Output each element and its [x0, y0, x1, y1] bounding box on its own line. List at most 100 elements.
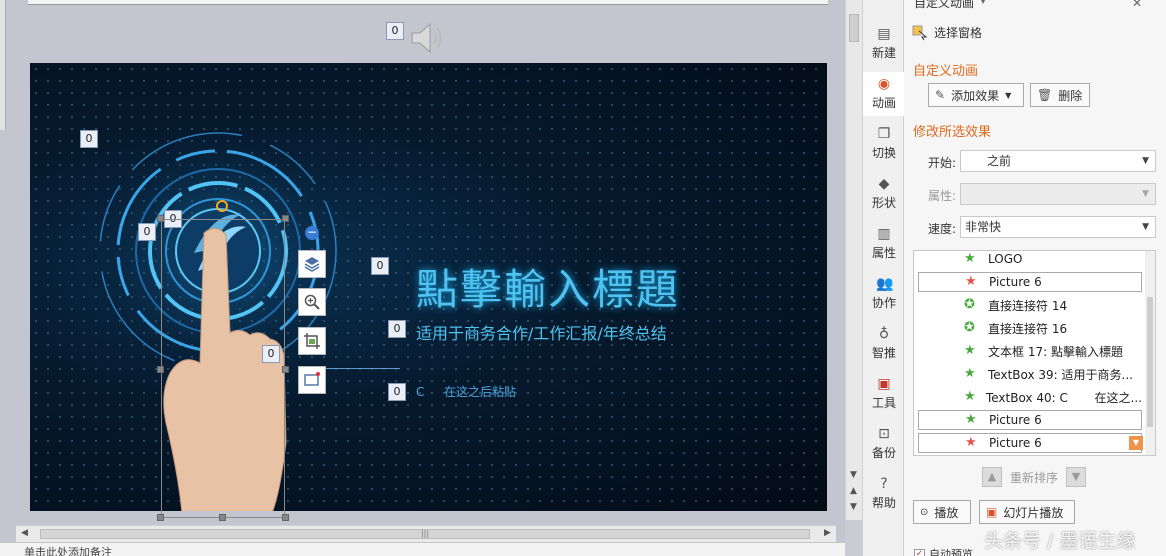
- sidebar-item-label: 新建: [871, 46, 896, 60]
- paste-text: 在这之后粘贴: [444, 385, 517, 399]
- picture-frame-button[interactable]: [298, 366, 326, 394]
- list-item[interactable]: ★ TextBox 39: 适用于商务...: [918, 364, 1142, 384]
- list-item[interactable]: ★ TextBox 40: C 在这之...: [918, 387, 1142, 407]
- connector-line[interactable]: [320, 368, 400, 369]
- sidebar-item-label: 动画: [871, 96, 896, 110]
- resize-handle[interactable]: [157, 514, 164, 521]
- sidebar-item-shape[interactable]: ◆ 形状: [863, 172, 905, 216]
- animation-order-tag: 0: [138, 223, 156, 241]
- chevron-down-icon[interactable]: ▼: [1129, 436, 1143, 450]
- chevron-down-icon: ▼: [1142, 189, 1149, 199]
- resize-handle[interactable]: [219, 514, 226, 521]
- animation-item-label: TextBox 39: 适用于商务...: [988, 367, 1133, 382]
- sidebar-item-label: 协作: [871, 296, 896, 310]
- sidebar-item-tools[interactable]: ▣ 工具: [863, 372, 905, 416]
- prev-slide-icon[interactable]: ▲: [850, 486, 857, 496]
- sidebar-item-properties[interactable]: ▥ 属性: [863, 222, 905, 266]
- resize-handle[interactable]: [157, 366, 164, 373]
- animation-order-tag: 0: [386, 22, 404, 40]
- speaker-icon[interactable]: [408, 18, 448, 58]
- close-icon[interactable]: ✕: [1132, 0, 1142, 10]
- speed-value: 非常快: [965, 220, 1002, 234]
- chevron-down-icon[interactable]: ▼: [980, 0, 986, 5]
- notes-pane[interactable]: 单击此处添加备注: [0, 542, 845, 556]
- play-button[interactable]: ⊙ 播放: [913, 500, 971, 524]
- animation-item-label: 直接连接符 16: [988, 321, 1068, 336]
- animation-order-tag: 0: [80, 130, 98, 148]
- move-down-icon[interactable]: ▼: [1066, 467, 1087, 487]
- resize-handle[interactable]: [282, 514, 289, 521]
- list-item[interactable]: ★ Picture 6: [918, 272, 1142, 292]
- chevron-down-icon: ▼: [1142, 222, 1149, 232]
- vertical-scrollbar[interactable]: ▼ ▲ ▼: [845, 0, 862, 520]
- list-item[interactable]: ✪ 直接连接符 16: [918, 318, 1142, 338]
- scroll-down-icon[interactable]: ▼: [850, 470, 857, 480]
- scrollbar-thumb[interactable]: [1147, 297, 1153, 427]
- scrollbar-thumb[interactable]: [849, 14, 859, 42]
- move-up-icon[interactable]: ▲: [982, 467, 1002, 487]
- list-item[interactable]: ★ 文本框 17: 點擊輸入標題: [918, 341, 1142, 361]
- sidebar-item-transition[interactable]: ❐ 切换: [863, 122, 905, 166]
- entrance-star-icon: ★: [964, 251, 976, 266]
- list-item[interactable]: ★ Picture 6 ▼: [918, 433, 1143, 453]
- reorder-label: 重新排序: [1010, 470, 1059, 485]
- slideshow-button[interactable]: ▣ 幻灯片播放: [979, 500, 1075, 524]
- audio-object[interactable]: 0: [386, 16, 450, 60]
- scroll-left-icon[interactable]: ◀: [21, 528, 28, 538]
- animation-item-label: 直接连接符 14: [988, 298, 1068, 313]
- zoom-button[interactable]: [298, 288, 326, 316]
- sidebar-item-backup[interactable]: ⊡ 备份: [863, 422, 905, 466]
- crop-button[interactable]: [298, 327, 326, 355]
- slide-edit-area[interactable]: 0 點擊輸入標題 适用于商务合作/工作汇报/年终总结 C 在这之后粘贴 0 0 …: [0, 0, 845, 556]
- animation-list[interactable]: ★ LOGO ★ Picture 6 ✪ 直接连接符 14 ✪ 直接连接符 16…: [913, 250, 1156, 456]
- add-effect-label: 添加效果: [951, 88, 1000, 103]
- crop-icon: [304, 333, 320, 349]
- slide-subtitle[interactable]: 适用于商务合作/工作汇报/年终总结: [416, 320, 667, 344]
- animation-item-label: LOGO: [988, 252, 1023, 266]
- animation-order-tag: 0: [388, 383, 406, 401]
- scroll-right-icon[interactable]: ▶: [824, 528, 831, 538]
- notes-placeholder[interactable]: 单击此处添加备注: [24, 544, 112, 556]
- paste-textbox[interactable]: C 在这之后粘贴: [416, 383, 516, 400]
- reorder-controls: ▲ 重新排序 ▼: [982, 467, 1087, 487]
- list-item[interactable]: ✪ 直接连接符 14: [918, 295, 1142, 315]
- auto-preview-checkbox[interactable]: ✓ 自动预览: [914, 546, 973, 556]
- start-select[interactable]: 之前 ▼: [960, 150, 1156, 172]
- sidebar-item-help[interactable]: ? 帮助: [863, 472, 905, 516]
- resize-handle[interactable]: [282, 366, 289, 373]
- play-icon: ⊙: [920, 506, 929, 518]
- exit-star-icon: ★: [965, 274, 977, 289]
- list-item[interactable]: ★ LOGO: [918, 251, 1142, 269]
- resize-handle[interactable]: [282, 215, 289, 222]
- play-label: 播放: [934, 505, 959, 520]
- slide-title[interactable]: 點擊輸入標題: [416, 256, 680, 317]
- sidebar-item-label: 属性: [871, 246, 896, 260]
- list-item[interactable]: ★ Picture 6: [918, 410, 1142, 430]
- watermark: 头条号 / 墨语生缘: [984, 530, 1136, 552]
- sidebar-item-smart[interactable]: ♁ 智推: [863, 322, 905, 366]
- collapse-toolbar-button[interactable]: −: [305, 226, 319, 240]
- scrollbar-thumb[interactable]: |||: [40, 529, 810, 539]
- emphasis-star-icon: ✪: [964, 297, 975, 312]
- next-slide-icon[interactable]: ▼: [850, 502, 857, 512]
- trash-icon: 🗑: [1037, 88, 1053, 102]
- sidebar-item-new[interactable]: ▤ 新建: [863, 22, 905, 66]
- horizontal-ruler: [28, 0, 828, 5]
- delete-button[interactable]: 🗑 删除: [1030, 83, 1090, 107]
- checkbox-icon[interactable]: ✓: [914, 548, 925, 556]
- add-effect-button[interactable]: ✎ 添加效果 ▼: [928, 83, 1024, 107]
- sidebar-item-animation[interactable]: ◉ 动画: [863, 72, 905, 116]
- sidebar-item-collaborate[interactable]: 👥 协作: [863, 272, 905, 316]
- resize-handle[interactable]: [157, 215, 164, 222]
- layer-button[interactable]: [298, 250, 326, 278]
- slide-canvas[interactable]: 點擊輸入標題 适用于商务合作/工作汇报/年终总结 C 在这之后粘贴: [30, 63, 827, 511]
- collaborate-icon: 👥: [876, 276, 894, 292]
- pane-title[interactable]: 自定义动画: [914, 0, 974, 11]
- horizontal-scrollbar[interactable]: ◀ ||| ▶: [16, 525, 836, 542]
- pencil-icon: ✎: [935, 88, 946, 102]
- shape-icon: ◆: [878, 176, 890, 192]
- rotate-handle[interactable]: [216, 200, 228, 212]
- list-scrollbar[interactable]: [1145, 251, 1155, 455]
- speed-select[interactable]: 非常快 ▼: [960, 216, 1156, 238]
- select-pane-link[interactable]: 选择窗格: [912, 24, 982, 41]
